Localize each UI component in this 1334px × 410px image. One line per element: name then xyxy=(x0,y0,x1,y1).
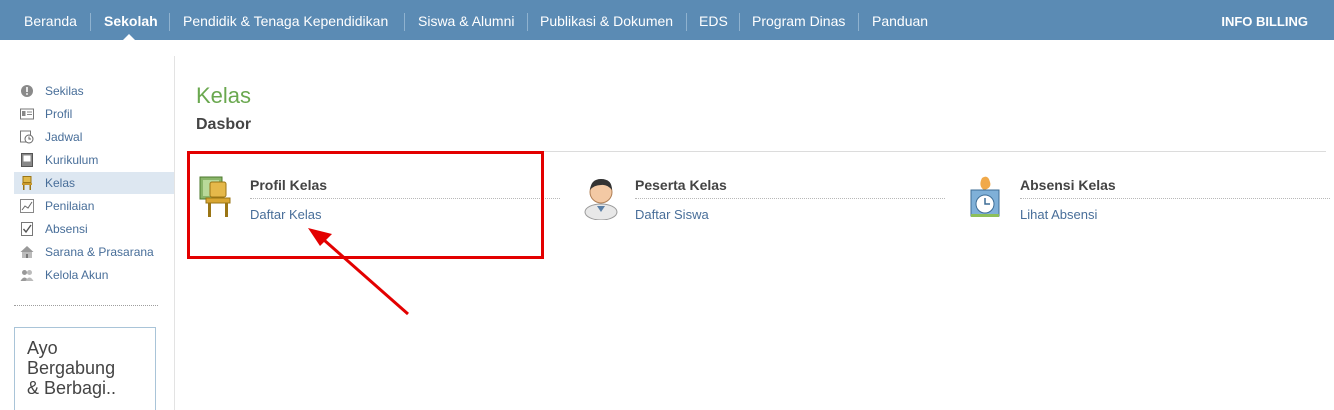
sidebar-item-kurikulum[interactable]: Kurikulum xyxy=(14,149,174,171)
chair-icon xyxy=(22,176,32,190)
nav-separator xyxy=(686,13,687,31)
sidebar-item-label: Profil xyxy=(45,107,73,121)
nav-item-beranda[interactable]: Beranda xyxy=(24,0,77,40)
card-title: Absensi Kelas xyxy=(1020,177,1116,193)
sidebar-item-label: Penilaian xyxy=(45,199,95,213)
sidebar-item-profil[interactable]: Profil xyxy=(14,103,174,125)
info-icon xyxy=(21,85,33,97)
nav-separator xyxy=(169,13,170,31)
sidebar-item-label: Sarana & Prasarana xyxy=(45,245,154,259)
sidebar-item-label: Kelola Akun xyxy=(45,268,109,282)
top-navigation-bar: Beranda Sekolah Pendidik & Tenaga Kepend… xyxy=(0,0,1334,40)
join-banner-line: Ayo xyxy=(27,338,58,358)
nav-item-publikasi[interactable]: Publikasi & Dokumen xyxy=(540,0,673,40)
nav-item-eds[interactable]: EDS xyxy=(699,0,728,40)
nav-item-panduan[interactable]: Panduan xyxy=(872,0,928,40)
nav-separator xyxy=(858,13,859,31)
join-banner[interactable]: Ayo Bergabung & Berbagi.. xyxy=(14,327,156,410)
card-title: Profil Kelas xyxy=(250,177,328,193)
nav-separator xyxy=(527,13,528,31)
users-icon xyxy=(20,270,34,281)
page-subtitle: Dasbor xyxy=(196,116,252,133)
sidebar-item-penilaian[interactable]: Penilaian xyxy=(14,195,174,217)
checklist-icon xyxy=(21,222,33,236)
book-icon xyxy=(21,153,33,167)
building-icon xyxy=(20,246,34,258)
nav-separator xyxy=(404,13,405,31)
info-billing-link[interactable]: INFO BILLING xyxy=(1221,0,1308,40)
sidebar-item-kelola-akun[interactable]: Kelola Akun xyxy=(14,264,174,286)
card-peserta-kelas: Peserta Kelas Daftar Siswa xyxy=(583,170,945,230)
join-banner-line: & Berbagi.. xyxy=(27,378,117,398)
student-icon xyxy=(584,179,618,220)
sidebar-item-absensi[interactable]: Absensi xyxy=(14,218,174,240)
nav-item-pendidik[interactable]: Pendidik & Tenaga Kependidikan xyxy=(183,0,388,40)
card-title: Peserta Kelas xyxy=(635,177,727,193)
nav-separator xyxy=(90,13,91,31)
chart-icon xyxy=(20,199,34,213)
classroom-chair-icon xyxy=(199,176,231,217)
card-divider xyxy=(1020,198,1330,199)
sidebar: Sekilas Profil Jadwal Kurikulum Kelas Pe… xyxy=(0,40,174,410)
daftar-kelas-link[interactable]: Daftar Kelas xyxy=(250,207,322,222)
page-title: Kelas xyxy=(196,83,252,108)
annotation-arrow xyxy=(308,228,409,316)
profile-card-icon xyxy=(20,108,34,120)
nav-item-program-dinas[interactable]: Program Dinas xyxy=(752,0,845,40)
sidebar-item-jadwal[interactable]: Jadwal xyxy=(14,126,174,148)
sidebar-item-label: Jadwal xyxy=(45,130,83,144)
sidebar-border xyxy=(174,56,175,410)
header-divider xyxy=(196,151,1326,152)
card-profil-kelas: Profil Kelas Daftar Kelas xyxy=(198,170,560,230)
sidebar-item-label: Sekilas xyxy=(45,84,84,98)
lihat-absensi-link[interactable]: Lihat Absensi xyxy=(1020,207,1097,222)
sidebar-item-sarana[interactable]: Sarana & Prasarana xyxy=(14,241,174,263)
sidebar-item-label: Kurikulum xyxy=(45,153,99,167)
card-divider xyxy=(250,198,560,199)
join-banner-line: Bergabung xyxy=(27,358,116,378)
sidebar-item-sekilas[interactable]: Sekilas xyxy=(14,80,174,102)
daftar-siswa-link[interactable]: Daftar Siswa xyxy=(635,207,709,222)
sidebar-item-label: Absensi xyxy=(45,222,88,236)
attendance-clock-icon xyxy=(970,176,1000,217)
nav-separator xyxy=(739,13,740,31)
sidebar-divider xyxy=(14,305,158,306)
card-absensi-kelas: Absensi Kelas Lihat Absensi xyxy=(968,170,1330,230)
sidebar-item-label: Kelas xyxy=(45,176,76,190)
nav-item-siswa-alumni[interactable]: Siswa & Alumni xyxy=(418,0,514,40)
schedule-clock-icon xyxy=(20,130,34,144)
card-divider xyxy=(635,198,945,199)
sidebar-item-kelas[interactable]: Kelas xyxy=(14,172,174,194)
